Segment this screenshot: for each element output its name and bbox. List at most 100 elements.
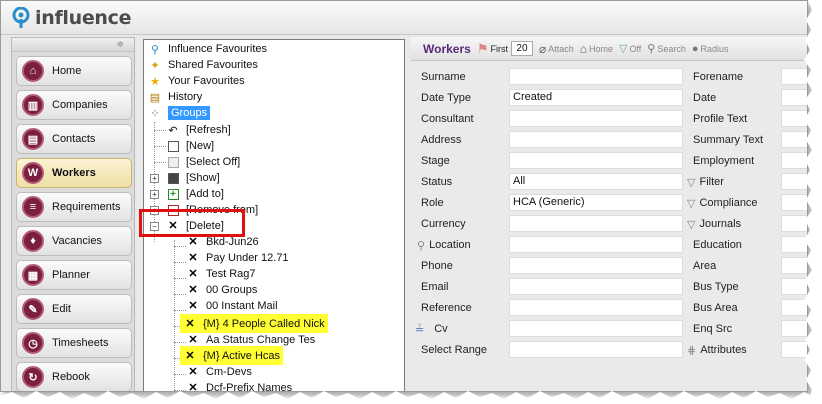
- new-icon: [166, 139, 180, 153]
- currency-select[interactable]: [509, 215, 683, 232]
- home-button[interactable]: ⌂ Home: [580, 42, 613, 56]
- search-button[interactable]: ⚲ Search: [647, 42, 686, 55]
- tree-node-your-favourites[interactable]: ★ Your Favourites: [148, 73, 245, 89]
- first-count-input[interactable]: 20: [510, 41, 533, 56]
- filter-label[interactable]: ▽ Filter: [687, 174, 724, 190]
- date-type-select[interactable]: Created: [509, 89, 683, 106]
- tree-node-new[interactable]: [New]: [166, 138, 214, 154]
- tree-node-delete-item[interactable]: ✕ Pay Under 12.71: [186, 250, 288, 266]
- field-label: Filter: [699, 176, 724, 188]
- nav-item-workers[interactable]: W Workers: [16, 158, 132, 188]
- radius-label: Radius: [700, 43, 729, 54]
- nav-item-timesheets[interactable]: ◷ Timesheets: [16, 328, 132, 358]
- tree-node-delete-item[interactable]: ✕ 00 Groups: [186, 282, 257, 298]
- tree-node-delete-item-highlighted[interactable]: ✕ {M} 4 People Called Nick: [180, 314, 328, 333]
- tree-node-groups[interactable]: ⁘ Groups: [148, 105, 211, 121]
- attach-button[interactable]: ⌀ Attach: [539, 42, 574, 56]
- tree-node-label: Bkd-Jun26: [206, 236, 259, 248]
- nav-item-label: Edit: [52, 303, 71, 315]
- influence-logo-icon: [11, 6, 31, 29]
- delete-icon: ✕: [188, 284, 198, 296]
- address-input[interactable]: [509, 131, 683, 148]
- tree-node-shared-favourites[interactable]: ✦ Shared Favourites: [148, 57, 258, 73]
- attributes-label[interactable]: ⋕ Attributes: [687, 342, 747, 358]
- journals-label[interactable]: ▽ Journals: [687, 216, 741, 232]
- expand-toggle[interactable]: +: [150, 190, 159, 199]
- cv-icon: ≟: [415, 323, 425, 336]
- field-label: Bus Type: [693, 281, 739, 293]
- surname-input[interactable]: [509, 68, 683, 85]
- workers-search-panel: Workers ⚑ First 20 ⌀ Attach ⌂ Home ▽ Off…: [411, 37, 807, 391]
- tree-node-delete-item-highlighted[interactable]: ✕ {M} Active Hcas: [180, 346, 284, 365]
- nav-resize-grip[interactable]: ≑: [12, 38, 134, 52]
- compliance-label[interactable]: ▽ Compliance: [687, 195, 758, 211]
- nav-item-home[interactable]: ⌂ Home: [16, 56, 132, 86]
- tree-connector: [174, 246, 186, 247]
- tree-node-delete-item[interactable]: ✕ Test Rag7: [186, 266, 255, 282]
- paperclip-icon: ⌀: [538, 41, 547, 56]
- tree-node-add-to[interactable]: + [Add to]: [166, 186, 224, 202]
- tree-node-label: Cm-Devs: [206, 366, 252, 378]
- nav-item-planner[interactable]: ▦ Planner: [16, 260, 132, 290]
- first-control: ⚑ First 20: [477, 41, 533, 57]
- main-nav: ≑ ⌂ Home ▥ Companies ▤ Contacts W Worker…: [11, 37, 135, 391]
- tree-node-label: 00 Groups: [206, 284, 258, 296]
- location-label: ⚲ Location: [417, 237, 471, 253]
- field-label: Compliance: [699, 197, 758, 209]
- delete-icon: ✕: [188, 334, 198, 346]
- phone-input[interactable]: [509, 257, 683, 274]
- app-logo-text: influence: [35, 7, 132, 29]
- tree-node-label: [Select Off]: [186, 156, 241, 168]
- tree-node-show[interactable]: [Show]: [166, 170, 220, 186]
- nav-item-contacts[interactable]: ▤ Contacts: [16, 124, 132, 154]
- companies-icon: ▥: [22, 94, 44, 116]
- app-logo: influence: [11, 6, 132, 29]
- radius-button[interactable]: ● Radius: [692, 43, 729, 55]
- delete-icon: ✕: [188, 236, 198, 248]
- field-label: Area: [693, 260, 717, 272]
- tree-node-select-off[interactable]: [Select Off]: [166, 154, 240, 170]
- nav-item-edit[interactable]: ✎ Edit: [16, 294, 132, 324]
- nav-item-vacancies[interactable]: ♦ Vacancies: [16, 226, 132, 256]
- tree-node-influence-favourites[interactable]: ⚲ Influence Favourites: [148, 41, 267, 57]
- refresh-icon: ↶: [168, 124, 178, 137]
- field-label: Date: [693, 92, 717, 104]
- workers-icon: W: [22, 162, 44, 184]
- role-select[interactable]: HCA (Generic): [509, 194, 683, 211]
- nav-item-label: Companies: [52, 99, 108, 111]
- map-pin-icon: ⚑: [476, 40, 489, 56]
- location-icon: ⚲: [417, 239, 426, 252]
- field-label: Date Type: [421, 92, 471, 104]
- field-label: Enq Src: [693, 323, 733, 335]
- field-label: Employment: [693, 155, 755, 167]
- tree-node-delete-item[interactable]: ✕ 00 Instant Mail: [186, 298, 277, 314]
- nav-item-requirements[interactable]: ≡ Requirements: [16, 192, 132, 222]
- field-label: Address: [421, 134, 462, 146]
- requirements-icon: ≡: [22, 196, 44, 218]
- reference-input[interactable]: [509, 299, 683, 316]
- pin-icon: ⚲: [150, 43, 160, 56]
- rebook-icon: ↻: [22, 366, 44, 388]
- field-label: Consultant: [421, 113, 474, 125]
- select-range-input[interactable]: [509, 341, 683, 358]
- tree-node-label: {M} Active Hcas: [203, 349, 281, 362]
- tree-node-refresh[interactable]: ↶ [Refresh]: [166, 122, 230, 138]
- expand-toggle[interactable]: +: [150, 174, 159, 183]
- stage-select[interactable]: [509, 152, 683, 169]
- status-select[interactable]: All: [509, 173, 683, 190]
- consultant-input[interactable]: [509, 110, 683, 127]
- email-input[interactable]: [509, 278, 683, 295]
- nav-item-label: Timesheets: [52, 337, 109, 349]
- off-button[interactable]: ▽ Off: [619, 42, 641, 55]
- tree-node-history[interactable]: ▤ History: [148, 89, 202, 105]
- tree-node-delete-item[interactable]: ✕ Cm-Devs: [186, 364, 252, 380]
- tree-connector: [154, 130, 166, 131]
- field-label: Email: [421, 281, 449, 293]
- field-label: Education: [693, 239, 742, 251]
- nav-item-companies[interactable]: ▥ Companies: [16, 90, 132, 120]
- cv-input[interactable]: [509, 320, 683, 337]
- field-label: Bus Area: [693, 302, 738, 314]
- location-input[interactable]: [509, 236, 683, 253]
- tree-node-label: Aa Status Change Tes: [206, 334, 316, 346]
- nav-item-label: Requirements: [52, 201, 121, 213]
